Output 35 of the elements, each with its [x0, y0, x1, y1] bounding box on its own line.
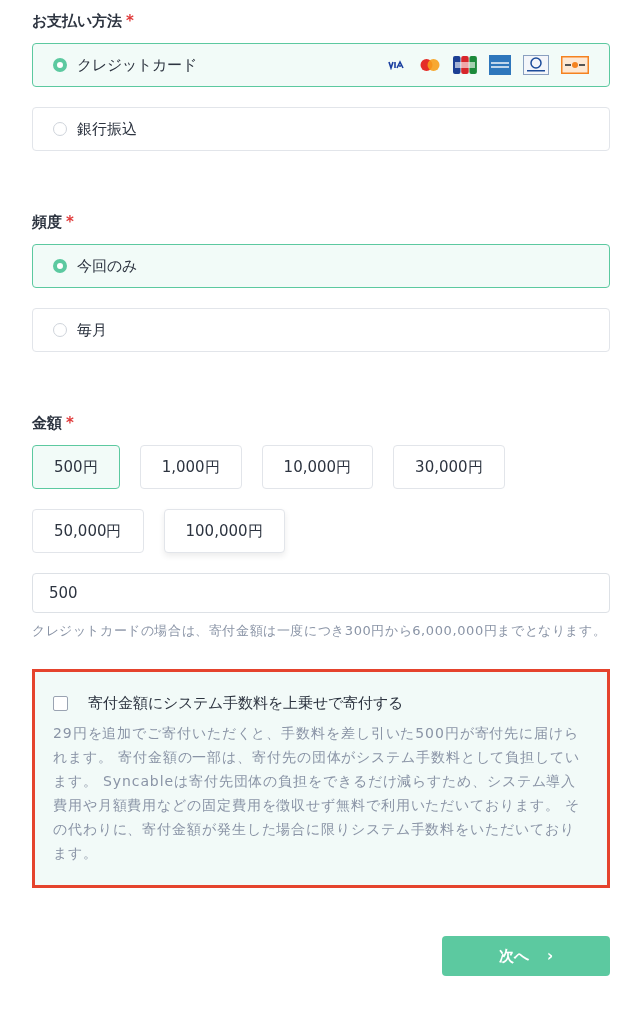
option-label: クレジットカード [77, 55, 197, 75]
required-mark: * [126, 12, 134, 31]
card-brand-icon [523, 55, 549, 75]
fee-description: 29円を追加でご寄付いただくと、手数料を差し引いた500円が寄付先に届けられます。 寄付金額の一部は、寄付先の団体がシステム手数料として負担しています。 Syncableは寄付先団体の負担をできるだけ減らすため、システム導入費用や月額費用などの固定費用を徴収せず無料で利用いただいております。 その代わりに、寄付金額が発生した場合に限りシステム手数料をいただいております。 [53, 724, 581, 863]
radio-button[interactable] [53, 323, 67, 337]
checkbox[interactable] [53, 696, 68, 711]
amount-button[interactable]: 500円 [32, 445, 120, 489]
radio-option[interactable]: クレジットカード [32, 43, 610, 87]
required-mark: * [66, 213, 74, 232]
help-text: クレジットカードの場合は、寄付金額は一度につき300円から6,000,000円までとなります。 [32, 622, 608, 640]
option-label: 銀行振込 [77, 119, 137, 139]
amount-button[interactable]: 50,000円 [32, 509, 144, 553]
card-brand-icon [561, 56, 589, 74]
amount-field[interactable]: 500 [32, 573, 610, 613]
section-label: 頻度 [32, 213, 62, 232]
section-label: 金額 [32, 414, 62, 433]
radio-button[interactable] [53, 259, 67, 273]
checkbox-label: 寄付金額にシステム手数料を上乗せで寄付する [88, 694, 403, 713]
card-brand-icon [387, 60, 407, 70]
radio-option[interactable]: 今回のみ [32, 244, 610, 288]
card-brand-icon [419, 58, 441, 72]
required-mark: * [66, 414, 74, 433]
amount-button[interactable]: 100,000円 [163, 509, 285, 553]
radio-button[interactable] [53, 58, 67, 72]
amount-button[interactable]: 1,000円 [139, 445, 242, 489]
card-brand-icon [453, 56, 477, 74]
amount-button[interactable]: 30,000円 [393, 445, 505, 489]
radio-button[interactable] [53, 122, 67, 136]
amount-button[interactable]: 10,000円 [261, 445, 374, 489]
section-label: お支払い方法 [32, 12, 122, 31]
card-brand-icon [489, 55, 511, 75]
option-label: 今回のみ [77, 256, 137, 276]
radio-option[interactable]: 銀行振込 [32, 107, 610, 151]
option-label: 毎月 [77, 320, 107, 340]
radio-option[interactable]: 毎月 [32, 308, 610, 352]
